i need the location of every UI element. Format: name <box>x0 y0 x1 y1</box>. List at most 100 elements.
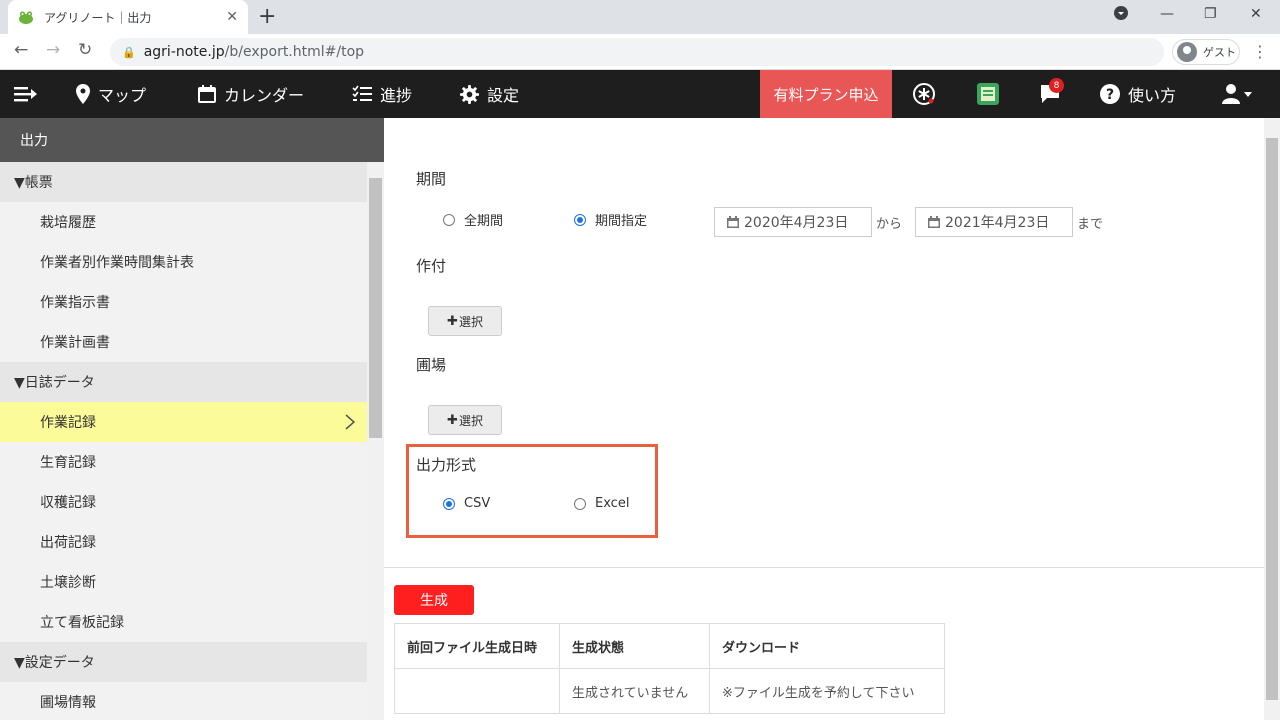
radio-all-period[interactable]: 全期間 <box>443 210 503 229</box>
browser-menu-icon[interactable]: ⋮ <box>1252 42 1268 61</box>
sidebar-scroll-thumb[interactable] <box>369 178 382 438</box>
nav-map-label: マップ <box>98 86 147 105</box>
profile-menu-icon[interactable] <box>1114 6 1128 24</box>
svg-text:?: ? <box>1106 87 1114 103</box>
sidebar-item-work-records[interactable]: 作業記録 <box>0 402 367 442</box>
nav-map[interactable]: マップ <box>76 70 146 118</box>
asterisk-circle-icon[interactable] <box>912 70 936 118</box>
sidebar-scrollbar[interactable] <box>367 162 384 720</box>
map-pin-icon <box>76 84 90 104</box>
calendar-icon <box>727 216 739 228</box>
date-to-input[interactable]: 2021年4月23日 <box>915 207 1073 237</box>
radio-specified-period-label: 期間指定 <box>595 214 648 229</box>
green-book-icon[interactable] <box>976 70 1000 118</box>
radio-dot <box>574 497 586 510</box>
field-select-button[interactable]: ✚ 選択 <box>428 405 502 435</box>
app-navbar: マップ カレンダー 進捗 設定 有料プラン申込 8 ? 使い方 <box>0 70 1280 118</box>
col-status: 生成状態 <box>559 623 710 669</box>
sidebar-item-soil-diagnosis[interactable]: 土壌診断 <box>0 562 367 602</box>
browser-tab[interactable]: アグリノート｜出力 ✕ <box>8 0 248 34</box>
frog-favicon-icon <box>18 9 34 25</box>
url-input[interactable]: 🔒 agri-note.jp /b/export.html#/top <box>110 38 1164 66</box>
radio-all-period-label: 全期間 <box>464 214 504 229</box>
generate-button[interactable]: 生成 <box>394 585 474 615</box>
sidebar-item-shipping-records[interactable]: 出荷記録 <box>0 522 367 562</box>
sidebar-item-cultivation-history[interactable]: 栽培履歴 <box>0 202 367 242</box>
crop-select-label: 選択 <box>458 314 483 329</box>
table-row: 生成されていません ※ファイル生成を予約して下さい <box>394 668 945 714</box>
output-format-label: 出力形式 <box>416 456 477 474</box>
radio-format-excel[interactable]: Excel <box>574 496 629 511</box>
sidebar-item-work-plan[interactable]: 作業計画書 <box>0 322 367 362</box>
help-icon: ? <box>1100 84 1120 104</box>
forward-icon[interactable]: → <box>46 40 60 60</box>
window-close-icon[interactable]: ✕ <box>1250 6 1262 22</box>
sidebar-item-field-info[interactable]: 圃場情報 <box>0 682 367 720</box>
nav-calendar-label: カレンダー <box>224 86 305 105</box>
sidebar-item-worker-hours[interactable]: 作業者別作業時間集計表 <box>0 242 367 282</box>
user-menu-icon[interactable] <box>1222 70 1254 118</box>
radio-excel-label: Excel <box>595 496 630 511</box>
nav-progress[interactable]: 進捗 <box>352 70 412 118</box>
to-text: まで <box>1077 217 1104 232</box>
radio-csv-label: CSV <box>464 496 491 511</box>
sidebar-item-signboard-records[interactable]: 立て看板記録 <box>0 602 367 642</box>
col-last-generated: 前回ファイル生成日時 <box>394 623 560 669</box>
main-scrollbar[interactable] <box>1264 118 1280 720</box>
gear-icon <box>460 84 479 104</box>
checklist-icon <box>352 85 372 103</box>
nav-help[interactable]: ? 使い方 <box>1100 70 1176 118</box>
sidebar-header: 出力 <box>0 118 384 162</box>
main-scroll-thumb[interactable] <box>1266 138 1278 700</box>
sidebar-item-harvest-records[interactable]: 収穫記録 <box>0 482 367 522</box>
sidebar: 出力 ▼帳票 栽培履歴 作業者別作業時間集計表 作業指示書 作業計画書 ▼日誌デ… <box>0 118 384 720</box>
plus-icon: ✚ <box>447 412 458 428</box>
reload-icon[interactable]: ↻ <box>78 40 92 60</box>
new-tab-icon[interactable]: + <box>258 4 276 29</box>
nav-progress-label: 進捗 <box>380 86 413 105</box>
date-from-value: 2020年4月23日 <box>744 215 849 231</box>
table-header-row: 前回ファイル生成日時 生成状態 ダウンロード <box>394 623 945 669</box>
guest-profile-button[interactable]: ゲスト <box>1172 39 1240 65</box>
calendar-icon <box>198 85 216 103</box>
radio-dot <box>443 497 455 510</box>
crop-select-button[interactable]: ✚ 選択 <box>428 306 502 336</box>
field-label: 圃場 <box>416 356 447 374</box>
sidebar-group-settings-data[interactable]: ▼設定データ <box>0 642 367 682</box>
radio-dot <box>443 213 455 226</box>
lock-icon: 🔒 <box>122 45 136 59</box>
nav-settings[interactable]: 設定 <box>460 70 519 118</box>
restore-icon[interactable]: ❐ <box>1204 6 1217 22</box>
col-download: ダウンロード <box>709 623 945 669</box>
nav-help-label: 使い方 <box>1128 86 1177 105</box>
chevron-right-icon <box>345 414 356 434</box>
avatar-icon <box>1177 42 1197 62</box>
sidebar-item-growth-records[interactable]: 生育記録 <box>0 442 367 482</box>
url-path: /b/export.html#/top <box>224 44 365 60</box>
address-bar: ← → ↻ 🔒 agri-note.jp /b/export.html#/top… <box>0 34 1280 70</box>
crop-label: 作付 <box>416 257 447 275</box>
radio-dot <box>574 213 586 226</box>
field-select-label: 選択 <box>458 413 483 428</box>
date-to-value: 2021年4月23日 <box>945 215 1050 231</box>
paid-plan-button[interactable]: 有料プラン申込 <box>760 70 892 118</box>
minimize-icon[interactable]: — <box>1160 6 1174 22</box>
cell-last-generated <box>394 668 560 714</box>
generation-table: 前回ファイル生成日時 生成状態 ダウンロード 生成されていません ※ファイル生成… <box>394 623 945 714</box>
menu-toggle-icon[interactable] <box>14 70 38 118</box>
notification-badge: 8 <box>1049 78 1064 93</box>
cell-status: 生成されていません <box>559 668 710 714</box>
nav-settings-label: 設定 <box>487 86 520 105</box>
nav-calendar[interactable]: カレンダー <box>198 70 304 118</box>
tab-close-icon[interactable]: ✕ <box>226 9 238 25</box>
sidebar-group-diary[interactable]: ▼日誌データ <box>0 362 367 402</box>
cell-download: ※ファイル生成を予約して下さい <box>709 668 945 714</box>
url-host: agri-note.jp <box>143 44 225 60</box>
sidebar-group-reports[interactable]: ▼帳票 <box>0 162 367 202</box>
date-from-input[interactable]: 2020年4月23日 <box>714 207 872 237</box>
radio-specified-period[interactable]: 期間指定 <box>574 210 647 229</box>
radio-format-csv[interactable]: CSV <box>443 496 490 511</box>
sidebar-item-work-instructions[interactable]: 作業指示書 <box>0 282 367 322</box>
back-icon[interactable]: ← <box>14 40 28 60</box>
period-label: 期間 <box>416 170 447 188</box>
